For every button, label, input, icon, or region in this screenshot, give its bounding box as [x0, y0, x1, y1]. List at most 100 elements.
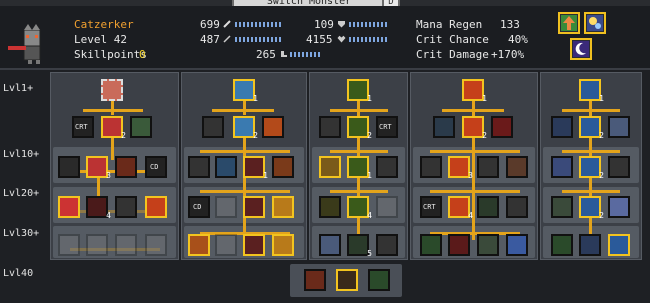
hp-bar	[349, 37, 389, 42]
rage-heart-icon[interactable]	[58, 196, 80, 218]
wind-skill-icon[interactable]	[368, 269, 390, 291]
fist-skill-icon[interactable]	[608, 156, 630, 178]
crit-text: CRT	[75, 123, 88, 131]
mana-regen-label: Mana Regen	[416, 18, 483, 31]
wand-icon	[223, 35, 231, 43]
eye-skill-icon[interactable]: 1	[347, 156, 372, 180]
fist-skill-icon[interactable]	[506, 196, 528, 218]
fist-skill-icon[interactable]	[58, 156, 80, 178]
fire-skill-icon[interactable]	[145, 196, 167, 218]
wand-skill-icon[interactable]	[319, 156, 341, 178]
burst-skill-icon[interactable]	[188, 234, 210, 256]
level-label: Lvl40	[3, 268, 34, 279]
locked-skill-icon[interactable]	[215, 234, 237, 256]
heart-skill-icon[interactable]	[608, 234, 630, 256]
locked-skill-icon[interactable]	[145, 234, 167, 256]
sword-skill-icon[interactable]	[243, 196, 265, 218]
claw-skill-icon[interactable]	[448, 234, 470, 256]
shield-skill-icon[interactable]	[319, 116, 341, 138]
cross-blade-icon[interactable]: 2	[233, 116, 258, 140]
crystal-skill-icon[interactable]	[506, 234, 528, 256]
locked-skill-icon[interactable]	[115, 234, 137, 256]
fist-skill-icon[interactable]	[376, 234, 398, 256]
blood-skill-icon[interactable]	[491, 116, 513, 138]
fire-claw-icon[interactable]: 3	[448, 156, 473, 180]
fist-skill-icon[interactable]	[115, 196, 137, 218]
fire-claw-icon[interactable]: 2	[462, 116, 487, 140]
eye-skill-icon[interactable]: 2	[347, 116, 372, 140]
skill-count: 2	[599, 211, 604, 220]
ring-skill-icon[interactable]	[551, 234, 573, 256]
heal-skill-icon[interactable]: 2	[579, 156, 604, 180]
cooldown-text: CD	[150, 163, 159, 171]
wind-skill-icon[interactable]	[477, 234, 499, 256]
fist-skill-icon[interactable]	[202, 116, 224, 138]
level-up-icon[interactable]	[558, 12, 580, 34]
knight-skill-icon[interactable]	[608, 196, 630, 218]
fist-skill-icon[interactable]	[551, 116, 573, 138]
cooldown-skill-icon[interactable]: CD	[188, 196, 210, 218]
speed-bar	[290, 52, 320, 57]
locked-skill-icon[interactable]	[58, 234, 80, 256]
target-skill-icon[interactable]	[272, 156, 294, 178]
sword-icon	[223, 20, 231, 28]
level-labels: Lvl1+ Lvl10+ Lvl20+ Lvl30+ Lvl40	[0, 70, 50, 303]
sword-skill-icon[interactable]	[243, 234, 265, 256]
gear-skill-icon[interactable]	[477, 196, 499, 218]
skill-count: 1	[367, 171, 372, 180]
heart-shield-icon[interactable]	[130, 116, 152, 138]
plus-skill-icon[interactable]	[579, 234, 601, 256]
gear-skill-icon[interactable]	[319, 196, 341, 218]
eye-skill-icon[interactable]: 5	[347, 234, 372, 258]
eye-skill-icon[interactable]: 4	[347, 196, 372, 220]
cross-blade-icon[interactable]	[215, 156, 237, 178]
fire-claw-icon[interactable]: 1	[462, 79, 487, 103]
cloud-skill-icon[interactable]	[433, 116, 455, 138]
heal-skill-icon[interactable]: 2	[579, 116, 604, 140]
knight-skill-icon[interactable]	[319, 234, 341, 256]
gear-skill-icon[interactable]	[551, 196, 573, 218]
locked-skill-icon[interactable]	[215, 196, 237, 218]
triple-claw-icon[interactable]	[115, 156, 137, 178]
crit-chance-value: 40%	[508, 33, 528, 46]
skillpoints-label: Skillpoints	[74, 48, 147, 61]
sword-skill-icon[interactable]: 1	[243, 156, 268, 180]
cross-blade-icon[interactable]: 1	[233, 79, 258, 103]
fist-skill-icon[interactable]	[376, 156, 398, 178]
rune-skill-icon[interactable]	[420, 234, 442, 256]
crit-skill-icon[interactable]: CRT	[420, 196, 442, 218]
moon-icon[interactable]	[570, 38, 592, 60]
claw-skill-icon[interactable]: 3	[86, 156, 111, 180]
heal-skill-icon[interactable]	[551, 156, 573, 178]
target-skill-icon[interactable]	[262, 116, 284, 138]
rising-skill-icon[interactable]	[272, 234, 294, 256]
claw-skill-icon[interactable]: 4	[86, 196, 111, 220]
fist-skill-icon[interactable]	[477, 156, 499, 178]
fist-skill-icon[interactable]	[420, 156, 442, 178]
cooldown-skill-icon[interactable]: CD	[145, 156, 167, 178]
triple-claw-icon[interactable]	[304, 269, 326, 291]
shield-skill-icon[interactable]	[506, 156, 528, 178]
rising-skill-icon[interactable]	[272, 196, 294, 218]
catzerker-portrait	[8, 24, 41, 64]
crit-skill-icon[interactable]: CRT	[72, 116, 94, 138]
heart-shield-icon[interactable]	[188, 156, 210, 178]
swap-icon[interactable]	[584, 12, 606, 34]
fire-claw-icon[interactable]: 4	[448, 196, 473, 220]
magic-value: 487	[200, 33, 220, 46]
skill-count: 1	[367, 94, 372, 103]
knight-skill-icon[interactable]	[608, 116, 630, 138]
skill-count: 2	[482, 131, 487, 140]
slash-skill-icon[interactable]	[101, 79, 123, 101]
locked-skill-icon[interactable]	[376, 196, 398, 218]
branch-line	[562, 109, 620, 112]
heart-skill-icon[interactable]: 1	[579, 79, 604, 103]
sword-skill-icon[interactable]	[336, 269, 358, 291]
eye-skill-icon[interactable]: 1	[347, 79, 372, 103]
locked-skill-icon[interactable]	[86, 234, 108, 256]
claw-skill-icon[interactable]: 2	[101, 116, 126, 140]
crit-skill-icon[interactable]: CRT	[376, 116, 398, 138]
skill-count: 3	[468, 171, 473, 180]
heal-skill-icon[interactable]: 2	[579, 196, 604, 220]
shield-icon	[338, 21, 345, 28]
